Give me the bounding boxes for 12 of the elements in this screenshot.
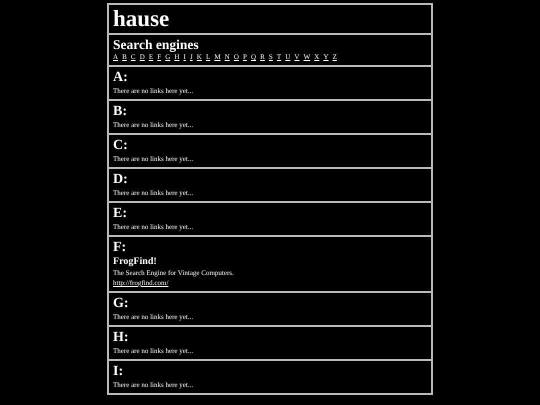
section-heading: H:: [113, 330, 130, 346]
link-title: FrogFind!: [113, 256, 158, 268]
section-heading: B:: [113, 104, 128, 120]
section-heading: I:: [113, 364, 124, 380]
section-heading: G:: [113, 296, 130, 312]
section-heading: C:: [113, 138, 129, 154]
section-heading: D:: [113, 172, 129, 188]
section-heading: F:: [113, 240, 128, 256]
category-title: Search engines: [113, 37, 200, 53]
section-heading: A:: [113, 70, 129, 86]
site-title: hause: [113, 7, 170, 30]
section-heading: E:: [113, 206, 128, 222]
